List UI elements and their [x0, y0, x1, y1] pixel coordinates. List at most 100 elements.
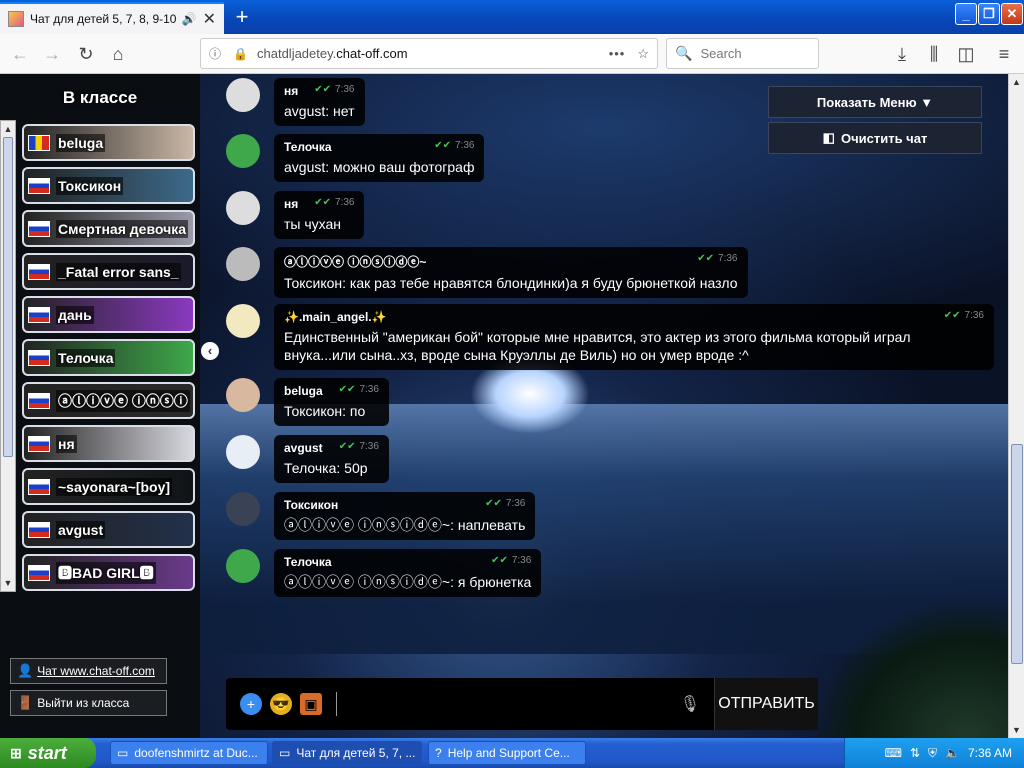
user-item[interactable]: 🅱BAD GIRL🅱 — [22, 554, 195, 591]
volume-icon[interactable]: 🔈 — [945, 746, 960, 760]
user-item[interactable]: Токсикон — [22, 167, 195, 204]
avatar[interactable] — [226, 492, 260, 526]
menu-icon[interactable]: ≡ — [992, 42, 1016, 66]
avatar[interactable] — [226, 304, 260, 338]
shield-icon[interactable]: ⛨ — [928, 746, 937, 761]
start-button[interactable]: ⊞ start — [0, 738, 96, 768]
taskbar-item[interactable]: ? Help and Support Ce... — [428, 741, 586, 765]
scroll-up-icon[interactable]: ▲ — [1, 121, 15, 137]
speaker-icon[interactable]: 🔊 — [182, 12, 197, 26]
home-icon[interactable]: ⌂ — [106, 42, 130, 66]
page-scrollbar[interactable]: ▲ ▼ — [1008, 74, 1024, 738]
user-name: 🅱BAD GIRL🅱 — [56, 561, 156, 584]
message-author[interactable]: avgust — [284, 441, 323, 455]
message-bubble: Телочка ✔✔ 7:36 ⓐⓛⓘⓥⓔ ⓘⓝⓢⓘⓓⓔ~: я брюнетка — [274, 549, 542, 597]
reload-icon[interactable]: ↻ — [74, 42, 98, 66]
read-check-icon: ✔✔ — [434, 140, 452, 151]
taskbar-item[interactable]: ▭ doofenshmirtz at Duc... — [110, 741, 268, 765]
microphone-icon[interactable]: 🎙 — [680, 694, 700, 714]
avatar[interactable] — [226, 435, 260, 469]
background-palm — [808, 598, 1008, 738]
tab-close-icon[interactable]: ✕ — [203, 9, 216, 29]
library-icon[interactable]: ⫼ — [922, 42, 946, 66]
user-icon: 👤 — [17, 663, 34, 678]
user-item[interactable]: ня — [22, 425, 195, 462]
chat-message: Токсикон ✔✔ 7:36 ⓐⓛⓘⓥⓔ ⓘⓝⓢⓘⓓⓔ~: наплевать — [226, 492, 536, 540]
url-text[interactable]: chatdljadetey.chat-off.com — [257, 46, 609, 61]
user-item[interactable]: _Fatal error sans_ — [22, 253, 195, 290]
downloads-icon[interactable]: ⤓ — [890, 42, 914, 66]
insecure-lock-icon[interactable]: 🔒 — [233, 47, 249, 61]
sidebar-scrollbar[interactable]: ▲ ▼ — [0, 120, 16, 592]
close-window-button[interactable]: ✕ — [1001, 3, 1023, 25]
message-author[interactable]: beluga — [284, 384, 323, 398]
message-author[interactable]: Телочка — [284, 140, 418, 154]
scroll-up-icon[interactable]: ▲ — [1009, 74, 1024, 90]
message-author[interactable]: Телочка — [284, 555, 475, 569]
window-icon: ▭ — [117, 746, 129, 760]
scroll-down-icon[interactable]: ▼ — [1, 575, 15, 591]
chat-site-link[interactable]: 👤 Чат www.chat-off.com — [10, 658, 167, 684]
url-bar[interactable]: ⓘ 🔒 chatdljadetey.chat-off.com ••• ☆ — [200, 38, 658, 69]
message-author[interactable]: ня — [284, 84, 298, 98]
clear-chat-button[interactable]: ◧ Очистить чат — [768, 122, 982, 154]
scroll-down-icon[interactable]: ▼ — [1009, 722, 1024, 738]
user-item[interactable]: avgust — [22, 511, 195, 548]
add-attachment-icon[interactable]: + — [240, 693, 262, 715]
keyboard-icon[interactable]: ⌨ — [885, 746, 902, 760]
new-tab-button[interactable]: + — [230, 4, 254, 30]
page-actions-icon[interactable]: ••• — [609, 46, 626, 61]
browser-tab[interactable]: Чат для детей 5, 7, 8, 9-10, 🔊 ✕ — [0, 2, 224, 34]
favicon-icon — [8, 11, 24, 27]
chat-message: Телочка ✔✔ 7:36 avgust: можно ваш фотограф — [226, 134, 485, 182]
help-icon: ? — [435, 746, 442, 760]
user-item[interactable]: Телочка — [22, 339, 195, 376]
taskbar-item[interactable]: ▭ Чат для детей 5, 7, ... — [272, 741, 422, 765]
avatar[interactable] — [226, 378, 260, 412]
user-item[interactable]: Смертная девочка — [22, 210, 195, 247]
back-icon[interactable]: ← — [8, 42, 32, 66]
scroll-thumb[interactable] — [3, 137, 13, 457]
maximize-button[interactable]: ❐ — [978, 3, 1000, 25]
scroll-thumb[interactable] — [1011, 444, 1023, 664]
avatar[interactable] — [226, 191, 260, 225]
info-icon[interactable]: ⓘ — [209, 45, 225, 62]
show-menu-button[interactable]: Показать Меню ▼ — [768, 86, 982, 118]
message-text: ⓐⓛⓘⓥⓔ ⓘⓝⓢⓘⓓⓔ~: наплевать — [284, 517, 526, 533]
sidebar-toggle-icon[interactable]: ◫ — [954, 42, 978, 66]
collapse-sidebar-button[interactable]: ‹ — [201, 342, 219, 360]
message-author[interactable]: ✨.main_angel.✨ — [284, 310, 928, 324]
user-item[interactable]: ⓐⓛⓘⓥⓔ ⓘⓝⓢⓘ — [22, 382, 195, 419]
classroom-sidebar: В классе ▲ ▼ beluga Токсикон Смертная дево… — [0, 74, 200, 738]
message-author[interactable]: Токсикон — [284, 498, 469, 512]
exit-class-link[interactable]: 🚪 Выйти из класса — [10, 690, 167, 716]
avatar[interactable] — [226, 134, 260, 168]
minimize-button[interactable]: _ — [955, 3, 977, 25]
user-name: Токсикон — [56, 176, 124, 195]
network-icon[interactable]: ⇅ — [910, 746, 920, 760]
emoji-icon[interactable]: 😎 — [270, 693, 292, 715]
send-button[interactable]: ОТПРАВИТЬ — [714, 678, 818, 730]
message-text: Единственный "американ бой" которые мне … — [284, 329, 911, 363]
user-item[interactable]: дань — [22, 296, 195, 333]
flag-icon — [28, 134, 50, 151]
message-bubble: Токсикон ✔✔ 7:36 ⓐⓛⓘⓥⓔ ⓘⓝⓢⓘⓓⓔ~: наплевать — [274, 492, 536, 540]
title-bar: Чат для детей 5, 7, 8, 9-10, 🔊 ✕ + _ ❐ ✕ — [0, 0, 1024, 34]
search-field[interactable]: 🔍 Search — [666, 38, 819, 69]
user-item[interactable]: beluga — [22, 124, 195, 161]
flag-icon — [28, 478, 50, 495]
message-time: 7:36 — [359, 441, 379, 452]
avatar[interactable] — [226, 78, 260, 112]
user-item[interactable]: ~sayonara~[boy] — [22, 468, 195, 505]
bookmark-star-icon[interactable]: ☆ — [637, 46, 649, 62]
forward-icon[interactable]: → — [40, 42, 64, 66]
sticker-icon[interactable]: ▣ — [300, 693, 322, 715]
message-input[interactable] — [336, 692, 680, 716]
user-name: ня — [56, 434, 77, 453]
user-name: Телочка — [56, 348, 116, 367]
message-author[interactable]: ⓐⓛⓘⓥⓔ ⓘⓝⓢⓘⓓⓔ~ — [284, 253, 681, 270]
avatar[interactable] — [226, 247, 260, 281]
avatar[interactable] — [226, 549, 260, 583]
message-author[interactable]: ня — [284, 197, 298, 211]
system-tray: ⌨ ⇅ ⛨ 🔈 7:36 AM — [844, 738, 1024, 768]
